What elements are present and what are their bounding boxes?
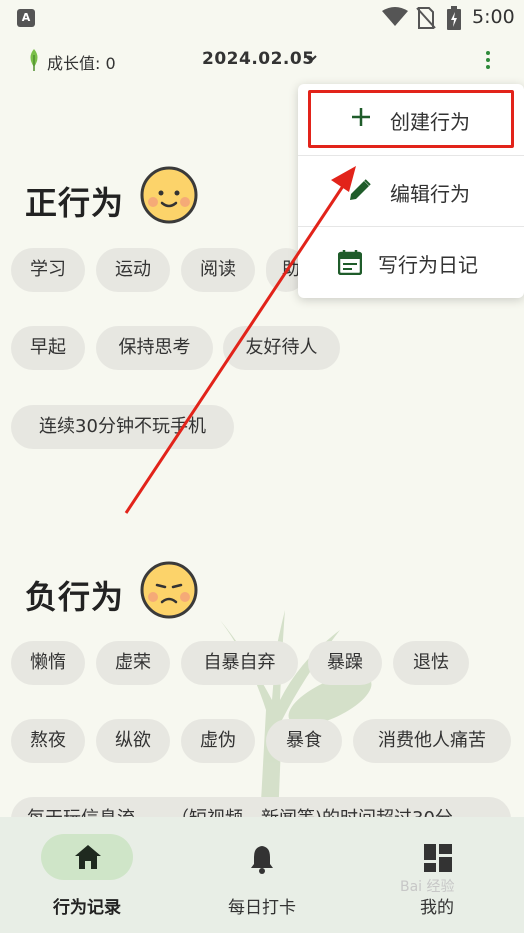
app-notification-icon: A — [17, 9, 35, 27]
smiling-face-icon — [140, 166, 198, 224]
negative-chip[interactable]: 退怯 — [393, 641, 469, 685]
battery-charging-icon — [447, 6, 461, 30]
menu-item-label: 写行为日记 — [378, 253, 478, 277]
positive-chip[interactable]: 友好待人 — [223, 326, 340, 370]
positive-chip[interactable]: 阅读 — [181, 248, 255, 292]
calendar-icon — [338, 250, 362, 275]
no-sim-icon — [416, 7, 436, 29]
top-bar: 成长值: 0 2024.02.05 — [0, 44, 524, 78]
nav-mine[interactable]: 我的 — [350, 817, 524, 933]
positive-section-title: 正行为 — [25, 184, 125, 222]
negative-chip[interactable]: 纵欲 — [96, 719, 170, 763]
menu-item-edit-behavior[interactable]: 编辑行为 — [298, 156, 524, 226]
home-icon — [75, 845, 101, 869]
chevron-down-icon[interactable] — [305, 54, 317, 64]
negative-chip[interactable]: 暴食 — [266, 719, 342, 763]
dashboard-icon — [424, 844, 452, 872]
nav-label: 每日打卡 — [228, 898, 296, 918]
leaf-icon — [30, 49, 38, 71]
menu-item-label: 编辑行为 — [390, 182, 470, 206]
negative-chip[interactable]: 懒惰 — [11, 641, 85, 685]
negative-chip[interactable]: 熬夜 — [11, 719, 85, 763]
negative-chip[interactable]: 虚荣 — [96, 641, 170, 685]
frowning-face-icon — [140, 561, 198, 619]
bottom-navigation: 行为记录 每日打卡 我的 — [0, 817, 524, 933]
bell-icon — [251, 846, 273, 874]
negative-section-title: 负行为 — [25, 578, 125, 616]
date-selector[interactable]: 2024.02.05 — [202, 49, 315, 69]
positive-chip[interactable]: 连续30分钟不玩手机 — [11, 405, 234, 449]
negative-chip[interactable]: 暴躁 — [308, 641, 382, 685]
positive-chip[interactable]: 早起 — [11, 326, 85, 370]
positive-chip[interactable]: 运动 — [96, 248, 170, 292]
nav-label: 我的 — [420, 898, 454, 918]
menu-item-behavior-diary[interactable]: 写行为日记 — [298, 227, 524, 297]
negative-chip[interactable]: 自暴自弃 — [181, 641, 298, 685]
negative-chip[interactable]: 消费他人痛苦 — [353, 719, 511, 763]
more-options-button[interactable] — [478, 48, 498, 74]
nav-daily-checkin[interactable]: 每日打卡 — [175, 817, 349, 933]
pencil-icon — [350, 179, 371, 200]
watermark: Bai 经验 — [400, 879, 455, 895]
status-bar: A 5:00 — [0, 0, 524, 36]
wifi-icon — [382, 7, 408, 26]
growth-value: 成长值: 0 — [47, 54, 116, 73]
status-time: 5:00 — [472, 6, 515, 28]
nav-behavior-records[interactable]: 行为记录 — [0, 817, 174, 933]
tree-illustration — [203, 610, 372, 820]
highlight-box — [308, 90, 514, 148]
positive-chip[interactable]: 学习 — [11, 248, 85, 292]
negative-chip[interactable]: 虚伪 — [181, 719, 255, 763]
nav-label: 行为记录 — [53, 898, 121, 918]
positive-chip[interactable]: 保持思考 — [96, 326, 213, 370]
